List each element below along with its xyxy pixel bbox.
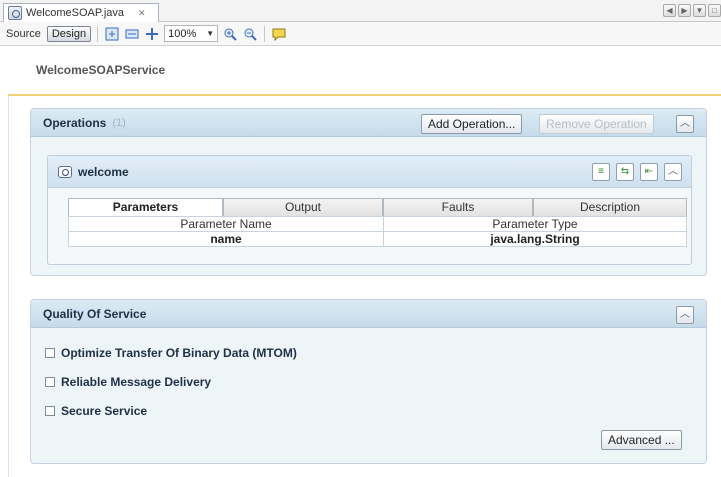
tab-output[interactable]: Output bbox=[223, 198, 383, 216]
fit-all-icon[interactable] bbox=[144, 26, 160, 42]
column-header-parameter-name[interactable]: Parameter Name bbox=[68, 216, 384, 232]
comment-icon[interactable] bbox=[271, 26, 287, 42]
column-header-parameter-type[interactable]: Parameter Type bbox=[383, 216, 687, 232]
zoom-in-icon[interactable] bbox=[222, 26, 238, 42]
file-tab[interactable]: WelcomeSOAP.java ✕ bbox=[3, 3, 159, 22]
advanced-button[interactable]: Advanced ... bbox=[601, 430, 682, 450]
operation-box: welcome ≡ ⇆ ⇤ ︿ Parameters Output Faults… bbox=[47, 155, 692, 265]
scroll-right-icon[interactable]: ▶ bbox=[678, 4, 691, 17]
chevron-down-icon: ▼ bbox=[206, 29, 215, 38]
operations-panel: Operations (1) Add Operation... Remove O… bbox=[30, 108, 707, 276]
editor-tab-strip: WelcomeSOAP.java ✕ ◀ ▶ ▼ □ bbox=[0, 0, 721, 22]
table-row[interactable]: name java.lang.String bbox=[68, 231, 687, 247]
source-view-button[interactable]: Source bbox=[4, 28, 43, 40]
remove-operation-button[interactable]: Remove Operation bbox=[539, 114, 654, 134]
page-left-border bbox=[8, 46, 9, 477]
view-source-icon[interactable]: ≡ bbox=[592, 163, 610, 181]
parameter-type-cell[interactable]: java.lang.String bbox=[383, 231, 687, 247]
parameters-table: Parameter Name Parameter Type name java.… bbox=[68, 216, 687, 247]
zoom-select[interactable]: 100% ▼ bbox=[164, 25, 219, 42]
operations-header: Operations (1) Add Operation... Remove O… bbox=[31, 109, 706, 137]
toolbar-separator bbox=[97, 25, 99, 42]
tab-description[interactable]: Description bbox=[533, 198, 687, 216]
mtom-label: Optimize Transfer Of Binary Data (MTOM) bbox=[61, 346, 297, 360]
scroll-left-icon[interactable]: ◀ bbox=[663, 4, 676, 17]
add-operation-button[interactable]: Add Operation... bbox=[421, 114, 523, 134]
add-parameter-icon[interactable]: ⇤ bbox=[640, 163, 658, 181]
quality-of-service-title: Quality Of Service bbox=[43, 306, 147, 321]
operation-icon bbox=[58, 165, 72, 178]
operations-count: (1) bbox=[112, 116, 126, 129]
secure-service-checkbox[interactable] bbox=[45, 406, 55, 416]
tab-list-icon[interactable]: ▼ bbox=[693, 4, 706, 17]
file-tab-label: WelcomeSOAP.java bbox=[26, 7, 125, 19]
quality-of-service-panel: Quality Of Service ︿ Optimize Transfer O… bbox=[30, 299, 707, 464]
collapse-qos-icon[interactable]: ︿ bbox=[676, 306, 694, 324]
reliable-delivery-option[interactable]: Reliable Message Delivery bbox=[45, 375, 211, 389]
mtom-option[interactable]: Optimize Transfer Of Binary Data (MTOM) bbox=[45, 346, 297, 360]
mtom-checkbox[interactable] bbox=[45, 348, 55, 358]
operations-title: Operations bbox=[43, 115, 107, 130]
operation-name: welcome bbox=[78, 164, 129, 179]
reliable-delivery-checkbox[interactable] bbox=[45, 377, 55, 387]
fit-width-icon[interactable] bbox=[124, 26, 140, 42]
web-service-icon bbox=[8, 6, 22, 20]
maximize-icon[interactable]: □ bbox=[708, 4, 721, 17]
tab-parameters[interactable]: Parameters bbox=[68, 198, 223, 216]
secure-service-label: Secure Service bbox=[61, 404, 148, 418]
operation-header: welcome ≡ ⇆ ⇤ ︿ bbox=[48, 156, 691, 188]
operation-tabs: Parameters Output Faults Description bbox=[68, 198, 687, 216]
fit-page-icon[interactable] bbox=[104, 26, 120, 42]
parameter-name-cell[interactable]: name bbox=[68, 231, 384, 247]
secure-service-option[interactable]: Secure Service bbox=[45, 404, 147, 418]
collapse-operations-icon[interactable]: ︿ bbox=[676, 115, 694, 133]
editor-toolbar: Source Design 100% ▼ bbox=[0, 22, 721, 46]
close-icon[interactable]: ✕ bbox=[138, 8, 146, 19]
zoom-out-icon[interactable] bbox=[242, 26, 258, 42]
tab-controls: ◀ ▶ ▼ □ bbox=[663, 4, 721, 17]
service-title: WelcomeSOAPService bbox=[36, 63, 166, 77]
tab-faults[interactable]: Faults bbox=[383, 198, 533, 216]
collapse-operation-icon[interactable]: ︿ bbox=[664, 163, 682, 181]
table-header-row: Parameter Name Parameter Type bbox=[68, 216, 687, 232]
service-header: WelcomeSOAPService bbox=[8, 46, 721, 96]
toolbar-separator bbox=[264, 25, 266, 42]
design-view-button[interactable]: Design bbox=[46, 25, 92, 42]
reliable-delivery-label: Reliable Message Delivery bbox=[61, 375, 212, 389]
quality-of-service-header: Quality Of Service ︿ bbox=[31, 300, 706, 328]
zoom-value: 100% bbox=[168, 27, 197, 40]
edit-parameters-icon[interactable]: ⇆ bbox=[616, 163, 634, 181]
